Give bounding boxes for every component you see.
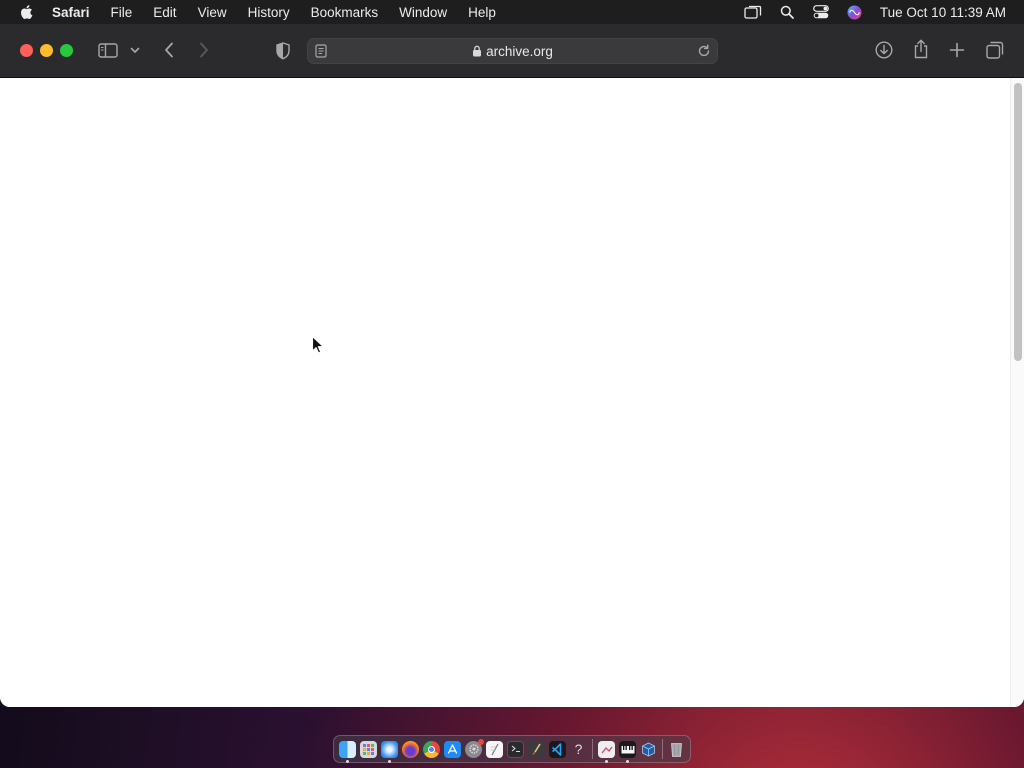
new-tab-icon[interactable] [948,41,966,59]
dock-chrome-icon[interactable] [423,740,440,758]
safari-toolbar: archive.org [0,24,1024,78]
mouse-pointer-icon [311,335,324,354]
downloads-icon[interactable] [874,40,894,60]
siri-icon[interactable] [846,3,864,21]
dock-trash-icon[interactable] [668,741,685,758]
address-bar[interactable]: archive.org [307,38,718,64]
url-text: archive.org [486,44,553,59]
privacy-shield-icon[interactable] [273,41,293,61]
dock-vscode-icon[interactable] [549,740,566,758]
dock-virtualbox-icon[interactable] [640,741,657,758]
menu-bar: Safari File Edit View History Bookmarks … [0,0,1024,24]
dock-script-editor-icon[interactable] [528,740,545,758]
url-display[interactable]: archive.org [308,44,717,59]
tab-overview-icon[interactable] [985,40,1005,60]
dock-textedit-icon[interactable] [486,740,503,758]
screen-mirroring-icon[interactable] [744,3,762,21]
dock-app-store-icon[interactable] [444,740,461,758]
dock-piano-icon[interactable] [619,740,636,763]
share-icon[interactable] [911,39,931,59]
dock-separator [592,739,593,759]
dock-launchpad-icon[interactable] [360,740,377,758]
menu-edit[interactable]: Edit [153,5,176,20]
tab-group-chevron-icon[interactable] [129,44,141,56]
menu-help[interactable]: Help [468,5,496,20]
menu-file[interactable]: File [111,5,133,20]
sidebar-icon[interactable] [97,41,119,59]
forward-icon[interactable] [195,41,213,59]
menu-view[interactable]: View [198,5,227,20]
dock-firefox-icon[interactable] [402,740,419,758]
apple-menu-icon[interactable] [18,3,36,21]
menu-window[interactable]: Window [399,5,447,20]
safari-window: archive.org [0,24,1024,707]
dock: ? [333,735,691,763]
minimize-window-button[interactable] [40,44,53,57]
reload-icon[interactable] [697,44,712,59]
dock-terminal-icon[interactable] [507,740,524,758]
dock-preview-icon[interactable] [598,740,615,763]
dock-safari-icon[interactable] [381,740,398,763]
web-content-area[interactable] [0,78,1024,707]
close-window-button[interactable] [20,44,33,57]
dock-help-icon[interactable]: ? [570,741,587,758]
vertical-scrollbar[interactable] [1010,78,1024,707]
dock-finder-icon[interactable] [339,740,356,763]
lock-icon [473,45,482,57]
menu-bookmarks[interactable]: Bookmarks [311,5,379,20]
menu-app-name[interactable]: Safari [52,5,90,20]
scroll-thumb[interactable] [1014,83,1022,361]
back-icon[interactable] [160,41,178,59]
maximize-window-button[interactable] [60,44,73,57]
menu-bar-clock[interactable]: Tue Oct 10 11:39 AM [880,5,1006,20]
spotlight-search-icon[interactable] [778,3,796,21]
control-center-icon[interactable] [812,3,830,21]
menu-history[interactable]: History [248,5,290,20]
dock-separator [662,739,663,759]
dock-system-preferences-icon[interactable] [465,738,484,758]
